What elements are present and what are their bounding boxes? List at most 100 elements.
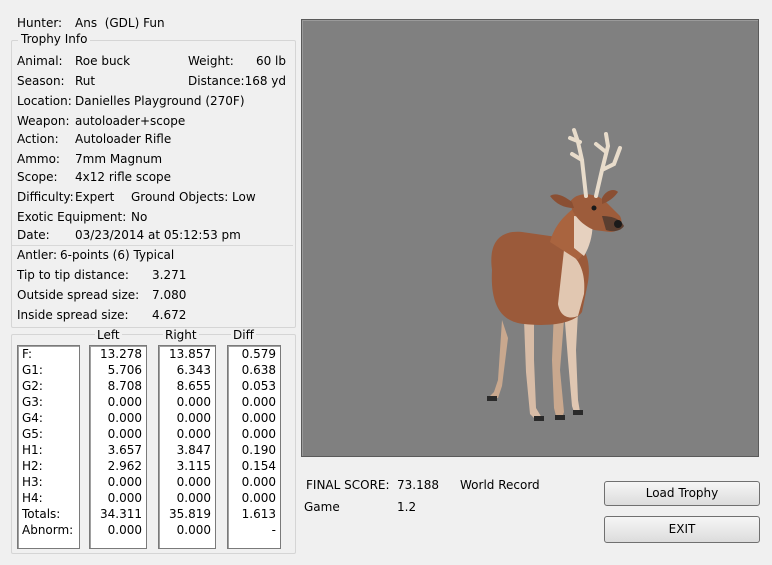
- ammo-value: 7mm Magnum: [75, 152, 163, 166]
- left-value: 13.278: [100, 347, 142, 361]
- animal-label: Animal:: [17, 54, 63, 68]
- measurement-name: G2:: [22, 379, 43, 393]
- measurement-name: H1:: [22, 443, 43, 457]
- weight-value: 60 lb: [255, 54, 286, 68]
- exit-button[interactable]: EXIT: [604, 516, 760, 543]
- weapon-label: Weapon:: [17, 114, 70, 128]
- season-value: Rut: [75, 74, 96, 88]
- measurement-names-column: F: G1: G2: G3: G4: G5: H1: H2: H3: H4: Totals: Abno…: [17, 345, 80, 549]
- exotic-equipment-value: No: [131, 210, 148, 224]
- right-value: 0.000: [176, 491, 211, 505]
- date-label: Date:: [17, 228, 50, 242]
- measurement-name: Totals:: [22, 507, 61, 521]
- measurement-name: G5:: [22, 427, 43, 441]
- measurement-name: Abnorm:: [22, 523, 74, 537]
- roe-buck-model-icon: [487, 128, 624, 421]
- ground-objects-label: Ground Objects:: [131, 190, 229, 204]
- right-value: 0.000: [176, 475, 211, 489]
- weight-label: Weight:: [188, 54, 234, 68]
- distance-label: Distance:: [188, 74, 245, 88]
- measurement-name: G4:: [22, 411, 43, 425]
- right-value: 0.000: [176, 411, 211, 425]
- weapon-value: autoloader+scope: [75, 114, 186, 128]
- right-value: 0.000: [176, 395, 211, 409]
- left-value: 0.000: [107, 411, 142, 425]
- location-label: Location:: [17, 94, 72, 108]
- difficulty-label: Difficulty:: [17, 190, 74, 204]
- right-value: 0.000: [176, 427, 211, 441]
- measurement-name: H4:: [22, 491, 43, 505]
- ground-objects-value: Low: [232, 190, 256, 204]
- left-value: 8.708: [107, 379, 142, 393]
- ammo-label: Ammo:: [17, 152, 60, 166]
- right-value: 13.857: [169, 347, 211, 361]
- diff-value: 0.000: [241, 491, 276, 505]
- right-column-header: Right: [163, 328, 199, 342]
- action-label: Action:: [17, 132, 59, 146]
- left-value: 34.311: [100, 507, 142, 521]
- right-value: 0.000: [176, 523, 211, 537]
- left-value: 2.962: [107, 459, 142, 473]
- scope-value: 4x12 rifle scope: [75, 170, 172, 184]
- left-value: 5.706: [107, 363, 142, 377]
- diff-value: 0.579: [241, 347, 276, 361]
- measurement-name: G1:: [22, 363, 43, 377]
- inside-spread-label: Inside spread size:: [17, 308, 129, 322]
- scope-label: Scope:: [17, 170, 58, 184]
- right-value: 3.115: [176, 459, 211, 473]
- trophy-info-title: Trophy Info: [18, 32, 91, 46]
- measurement-name: H2:: [22, 459, 43, 473]
- game-value: 1.2: [397, 500, 417, 514]
- diff-value: 0.190: [241, 443, 276, 457]
- distance-value: 168 yd: [244, 74, 286, 88]
- measurement-name: F:: [22, 347, 33, 361]
- left-values-column: 13.278 5.706 8.708 0.000 0.000 0.000 3.657 2.96…: [89, 345, 147, 549]
- hunter-label: Hunter:: [17, 16, 63, 30]
- diff-value: 0.000: [241, 427, 276, 441]
- diff-value: -: [271, 523, 276, 537]
- antler-label: Antler:: [17, 248, 58, 262]
- final-score-value: 73.188: [397, 478, 439, 492]
- right-values-column: 13.857 6.343 8.655 0.000 0.000 0.000 3.847 3.11…: [158, 345, 216, 549]
- action-value: Autoloader Rifle: [75, 132, 172, 146]
- outside-spread-value: 7.080: [152, 288, 187, 302]
- animal-value: Roe buck: [75, 54, 131, 68]
- game-label: Game: [304, 500, 340, 514]
- tip-to-tip-value: 3.271: [152, 268, 187, 282]
- left-value: 0.000: [107, 475, 142, 489]
- date-value: 03/23/2014 at 05:12:53 pm: [75, 228, 241, 242]
- diff-values-column: 0.579 0.638 0.053 0.000 0.000 0.000 0.190 0.154…: [227, 345, 281, 549]
- load-trophy-button[interactable]: Load Trophy: [604, 481, 760, 506]
- tip-to-tip-label: Tip to tip distance:: [17, 268, 129, 282]
- diff-value: 0.638: [241, 363, 276, 377]
- antler-value: 6-points (6) Typical: [60, 248, 175, 262]
- right-value: 6.343: [176, 363, 211, 377]
- season-label: Season:: [17, 74, 65, 88]
- inside-spread-value: 4.672: [152, 308, 187, 322]
- right-value: 8.655: [176, 379, 211, 393]
- left-value: 3.657: [107, 443, 142, 457]
- measurement-name: G3:: [22, 395, 43, 409]
- diff-value: 1.613: [241, 507, 276, 521]
- right-value: 3.847: [176, 443, 211, 457]
- difficulty-value: Expert: [75, 190, 115, 204]
- diff-value: 0.000: [241, 411, 276, 425]
- left-value: 0.000: [107, 523, 142, 537]
- diff-value: 0.000: [241, 395, 276, 409]
- right-value: 35.819: [169, 507, 211, 521]
- trophy-3d-viewport[interactable]: [301, 19, 759, 457]
- hunter-value: Ans (GDL) Fun: [75, 16, 165, 30]
- diff-value: 0.053: [241, 379, 276, 393]
- left-value: 0.000: [107, 427, 142, 441]
- diff-value: 0.154: [241, 459, 276, 473]
- diff-value: 0.000: [241, 475, 276, 489]
- record-status: World Record: [460, 478, 540, 492]
- left-value: 0.000: [107, 395, 142, 409]
- left-column-header: Left: [95, 328, 122, 342]
- location-value: Danielles Playground (270F): [75, 94, 245, 108]
- info-divider: [12, 245, 293, 246]
- outside-spread-label: Outside spread size:: [17, 288, 140, 302]
- exotic-equipment-label: Exotic Equipment:: [17, 210, 127, 224]
- final-score-label: FINAL SCORE:: [306, 478, 390, 492]
- hunter-row: Hunter:: [17, 16, 62, 30]
